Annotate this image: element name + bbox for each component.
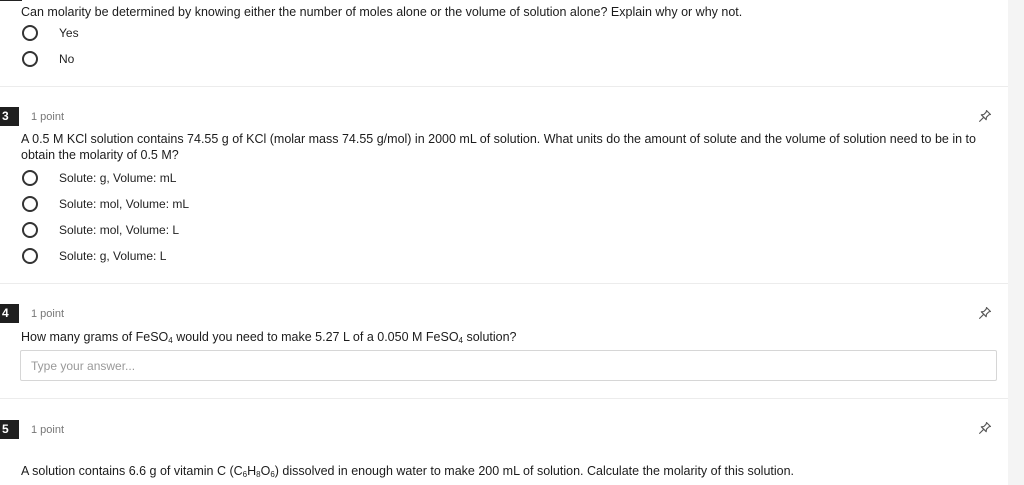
radio-button-icon[interactable] bbox=[22, 51, 38, 67]
question-text-part: O bbox=[260, 464, 271, 478]
radio-button-icon[interactable] bbox=[22, 222, 38, 238]
option-solute-mol-volume-l[interactable]: Solute: mol, Volume: L bbox=[22, 221, 179, 239]
question-text-part: A solution contains 6.6 g of vitamin C (… bbox=[21, 464, 243, 478]
question-4: 4 1 point How many grams of FeSO4 would … bbox=[0, 284, 1008, 399]
radio-button-icon[interactable] bbox=[22, 170, 38, 186]
quiz-page: Can molarity be determined by knowing ei… bbox=[0, 0, 1008, 485]
option-solute-mol-volume-ml[interactable]: Solute: mol, Volume: mL bbox=[22, 195, 189, 213]
option-solute-g-volume-ml[interactable]: Solute: g, Volume: mL bbox=[22, 169, 176, 187]
question-number-badge: 3 bbox=[0, 107, 19, 126]
radio-button-icon[interactable] bbox=[22, 196, 38, 212]
option-label: Yes bbox=[59, 26, 79, 40]
question-text: How many grams of FeSO4 would you need t… bbox=[21, 329, 996, 345]
option-solute-g-volume-l[interactable]: Solute: g, Volume: L bbox=[22, 247, 166, 265]
option-label: Solute: mol, Volume: L bbox=[59, 223, 180, 237]
question-5: 5 1 point A solution contains 6.6 g of v… bbox=[0, 399, 1008, 485]
question-number-badge: 5 bbox=[0, 420, 19, 439]
option-label: No bbox=[59, 52, 75, 66]
question-number-badge: 4 bbox=[0, 304, 19, 323]
pin-icon[interactable] bbox=[978, 109, 992, 123]
question-text-part: ) dissolved in enough water to make 200 … bbox=[274, 464, 795, 478]
option-yes[interactable]: Yes bbox=[22, 24, 79, 42]
question-text-part: How many grams of FeSO bbox=[21, 330, 169, 344]
question-text-part: solution? bbox=[463, 330, 517, 344]
option-label: Solute: g, Volume: mL bbox=[59, 171, 177, 185]
pin-icon[interactable] bbox=[978, 306, 992, 320]
question-text: A 0.5 M KCl solution contains 74.55 g of… bbox=[21, 132, 976, 162]
question-text: A solution contains 6.6 g of vitamin C (… bbox=[21, 463, 996, 479]
radio-button-icon[interactable] bbox=[22, 248, 38, 264]
question-text-part: would you need to make 5.27 L of a 0.050… bbox=[172, 330, 459, 344]
question-text-part: H bbox=[247, 464, 257, 478]
points-label: 1 point bbox=[31, 424, 65, 436]
option-no[interactable]: No bbox=[22, 50, 74, 68]
question-2: Can molarity be determined by knowing ei… bbox=[0, 0, 1008, 87]
radio-button-icon[interactable] bbox=[22, 25, 38, 41]
points-label: 1 point bbox=[31, 308, 65, 320]
option-label: Solute: g, Volume: L bbox=[59, 249, 167, 263]
points-label: 1 point bbox=[31, 111, 65, 123]
pin-icon[interactable] bbox=[978, 421, 992, 435]
question-3: 3 1 point A 0.5 M KCl solution contains … bbox=[0, 87, 1008, 284]
answer-input[interactable] bbox=[20, 350, 997, 381]
option-label: Solute: mol, Volume: mL bbox=[59, 197, 190, 211]
question-text: Can molarity be determined by knowing ei… bbox=[21, 5, 743, 19]
